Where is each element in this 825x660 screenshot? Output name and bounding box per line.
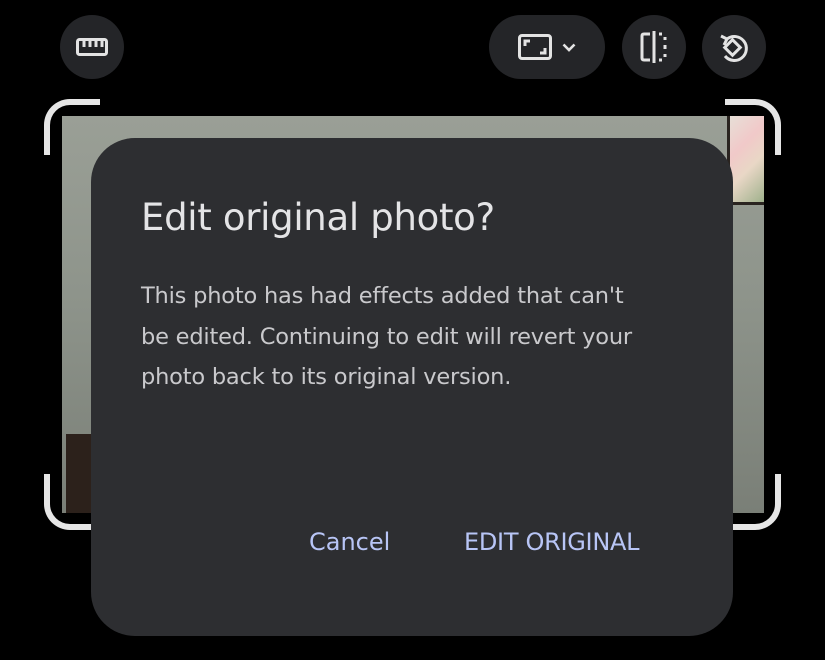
rotate-icon [717,30,751,64]
flip-button[interactable] [622,15,686,79]
edit-original-button[interactable]: EDIT ORIGINAL [464,522,639,562]
cancel-button[interactable]: Cancel [309,522,390,562]
crop-handle-bottom-right[interactable] [725,474,781,530]
flip-horizontal-icon [639,30,669,64]
straighten-button[interactable] [60,15,124,79]
chevron-down-icon [562,43,576,52]
dialog-title: Edit original photo? [141,196,495,239]
aspect-ratio-button[interactable] [489,15,605,79]
ruler-icon [76,38,108,56]
edit-original-dialog: Edit original photo? This photo has had … [91,138,733,636]
dialog-message: This photo has had effects added that ca… [141,283,632,390]
crop-handle-top-left[interactable] [44,99,100,155]
crop-handle-top-right[interactable] [725,99,781,155]
photo-editor-screen: Edit original photo? This photo has had … [0,0,825,660]
rotate-button[interactable] [702,15,766,79]
aspect-ratio-icon [518,34,552,60]
